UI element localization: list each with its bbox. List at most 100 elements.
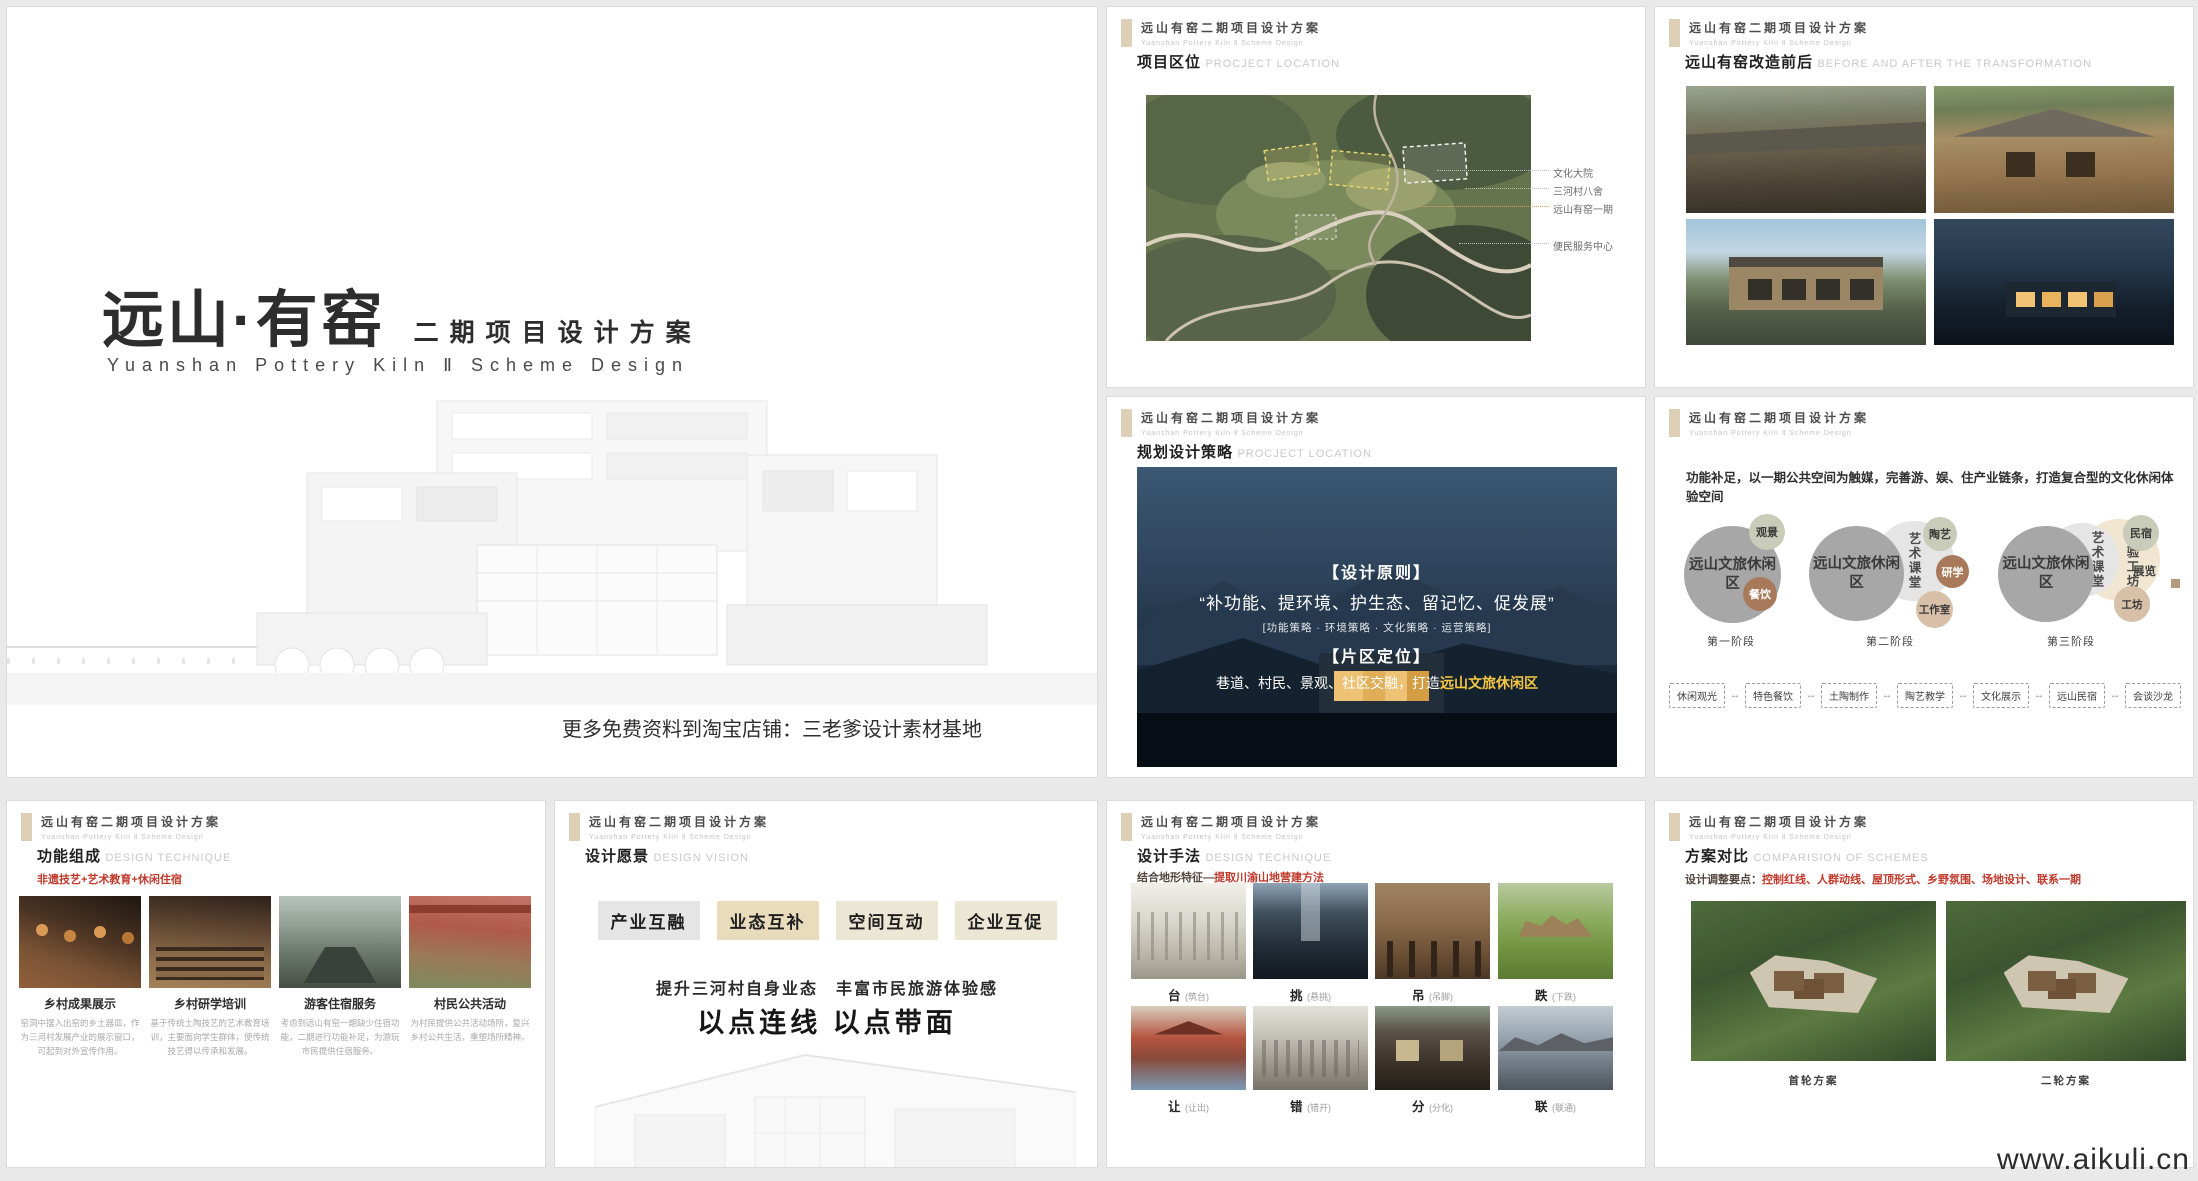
- slide-header: 远山有窑二期项目设计方案 Yuanshan Pottery Kiln Ⅱ Sch…: [1669, 409, 1869, 437]
- slide-header-title: 远山有窑二期项目设计方案: [1141, 19, 1321, 36]
- vision-buttons: 产业互融 业态互补 空间互动 企业互促: [555, 901, 1098, 940]
- slide-header-title: 远山有窑二期项目设计方案: [1141, 813, 1321, 830]
- aerial-map: [1146, 95, 1531, 341]
- logo-mark: [21, 813, 32, 841]
- bubble: 陶艺: [1923, 517, 1957, 551]
- flow-item: 远山民宿: [2049, 683, 2105, 708]
- slide-design-technique: 远山有窑二期项目设计方案 Yuanshan Pottery Kiln Ⅱ Sch…: [1106, 800, 1646, 1168]
- vision-line1: 提升三河村自身业态 丰富市民旅游体验感: [555, 975, 1098, 999]
- slide-header-title: 远山有窑二期项目设计方案: [1141, 409, 1321, 426]
- vision-tag: 企业互促: [955, 901, 1057, 940]
- function-flow: 休闲观光 ↔ 特色餐饮 ↔ 土陶制作 ↔ 陶艺教学 ↔ 文化展示 ↔ 远山民宿 …: [1663, 683, 2187, 708]
- section-title: 项目区位 PROCJECT LOCATION: [1137, 51, 1340, 72]
- bubble-label: 展览: [2133, 563, 2156, 579]
- slide-header: 远山有窑二期项目设计方案 Yuanshan Pottery Kiln Ⅱ Sch…: [1669, 813, 1869, 841]
- bubble: 工坊: [2114, 586, 2150, 622]
- photo-overhang: [1253, 883, 1368, 979]
- slide-header-title: 远山有窑二期项目设计方案: [41, 813, 221, 830]
- leader-line: [1465, 188, 1549, 189]
- photo-renovated-day: [1686, 219, 1926, 345]
- technique-item: 挑 (悬挑): [1253, 883, 1368, 1005]
- slide-header: 远山有窑二期项目设计方案 Yuanshan Pottery Kiln Ⅱ Sch…: [1121, 409, 1321, 437]
- slide-header-title: 远山有窑二期项目设计方案: [1689, 813, 1869, 830]
- bubble-core: 远山文旅休闲区: [1998, 526, 2094, 622]
- bubble: 民宿: [2123, 515, 2159, 551]
- arrow-icon: ↔: [1958, 690, 1968, 701]
- leader-line: [1437, 170, 1549, 171]
- slide-header: 远山有窑二期项目设计方案 Yuanshan Pottery Kiln Ⅱ Sch…: [21, 813, 221, 841]
- technique-item: 错 (错开): [1253, 1006, 1368, 1116]
- technique-item: 跌 (下跌): [1498, 883, 1613, 1005]
- slide-header-title: 远山有窑二期项目设计方案: [1689, 19, 1869, 36]
- bubble: 观景: [1749, 514, 1785, 550]
- slide-header-title: 远山有窑二期项目设计方案: [589, 813, 769, 830]
- render-scheme-1: [1691, 901, 1936, 1061]
- slide-header-subtitle: Yuanshan Pottery Kiln Ⅱ Scheme Design: [1141, 429, 1321, 437]
- slide-cover: 远山·有窑 二期项目设计方案 Yuanshan Pottery Kiln Ⅱ S…: [6, 6, 1098, 778]
- technique-item: 让 (让出): [1131, 1006, 1246, 1116]
- photo-lodging: [279, 896, 401, 988]
- technique-item: 分 (分化): [1375, 1006, 1490, 1116]
- bubble: 研学: [1936, 555, 1969, 588]
- arrow-icon: ↔: [1806, 690, 1816, 701]
- photo-staggered: [1253, 1006, 1368, 1090]
- map-label: 文化大院: [1553, 165, 1593, 180]
- bubble: 餐饮: [1743, 577, 1777, 611]
- district-position-title: 【片区定位】: [1137, 643, 1617, 667]
- map-label: 便民服务中心: [1553, 238, 1613, 253]
- slide-before-after: 远山有窑二期项目设计方案 Yuanshan Pottery Kiln Ⅱ Sch…: [1654, 6, 2194, 388]
- cover-title: 远山·有窑: [102, 269, 386, 359]
- logo-mark: [1669, 813, 1680, 841]
- vision-tag: 业态互补: [717, 901, 819, 940]
- slide-header-subtitle: Yuanshan Pottery Kiln Ⅱ Scheme Design: [1689, 833, 1869, 841]
- section-title: 功能组成 DESIGN TECHNIQUE: [37, 845, 231, 866]
- function-item: 村民公共活动 为村民提供公共活动场所，复兴乡村公共生活，重塑场所精神。: [409, 896, 531, 1044]
- leader-line: [1417, 206, 1549, 207]
- highlight-text: 远山文旅休闲区: [1440, 675, 1538, 691]
- flow-item: 特色餐饮: [1745, 683, 1801, 708]
- decoration-square: [2171, 579, 2180, 588]
- slide-header-subtitle: Yuanshan Pottery Kiln Ⅱ Scheme Design: [1689, 429, 1869, 437]
- photo-stepped: [1498, 883, 1613, 979]
- logo-mark: [1121, 409, 1132, 437]
- slide-header-subtitle: Yuanshan Pottery Kiln Ⅱ Scheme Design: [1689, 39, 1869, 47]
- function-item: 乡村成果展示 窑洞中摆入出窑的乡土器皿，作为三河村发展产业的展示窗口，可起到对外…: [19, 896, 141, 1058]
- cover-subtitle-en: Yuanshan Pottery Kiln Ⅱ Scheme Design: [107, 355, 689, 376]
- photo-connected: [1498, 1006, 1613, 1090]
- cover-footer-note: 更多免费资料到淘宝店铺：三老爹设计素材基地: [487, 713, 1057, 742]
- flow-item: 休闲观光: [1669, 683, 1725, 708]
- section-title: 方案对比 COMPARISION OF SCHEMES: [1685, 845, 1929, 866]
- logo-mark: [1121, 19, 1132, 47]
- slide-scheme-comparison: 远山有窑二期项目设计方案 Yuanshan Pottery Kiln Ⅱ Sch…: [1654, 800, 2194, 1168]
- section-title: 远山有窑改造前后 BEFORE AND AFTER THE TRANSFORMA…: [1685, 51, 2092, 72]
- slide-header-title: 远山有窑二期项目设计方案: [1689, 409, 1869, 426]
- photo-exhibition: [19, 896, 141, 988]
- slide-header: 远山有窑二期项目设计方案 Yuanshan Pottery Kiln Ⅱ Sch…: [1669, 19, 1869, 47]
- bubble: 工作室: [1916, 591, 1953, 628]
- slide-phases-diagram: 远山有窑二期项目设计方案 Yuanshan Pottery Kiln Ⅱ Sch…: [1654, 396, 2194, 778]
- design-principle-title: 【设计原则】: [1137, 559, 1617, 583]
- function-item: 游客住宿服务 考虑到远山有窑一期缺少住宿功能，二期进行功能补足，为游玩市民提供住…: [279, 896, 401, 1058]
- flow-item: 文化展示: [1973, 683, 2029, 708]
- vision-building-sketch: [555, 1037, 1098, 1168]
- design-principle: “补功能、提环境、护生态、留记忆、促发展”: [1137, 589, 1617, 614]
- slide-header: 远山有窑二期项目设计方案 Yuanshan Pottery Kiln Ⅱ Sch…: [1121, 813, 1321, 841]
- slide-planning-strategy: 远山有窑二期项目设计方案 Yuanshan Pottery Kiln Ⅱ Sch…: [1106, 396, 1646, 778]
- slide-project-location: 远山有窑二期项目设计方案 Yuanshan Pottery Kiln Ⅱ Sch…: [1106, 6, 1646, 388]
- photo-terrace: [1131, 883, 1246, 979]
- photo-stilt: [1375, 883, 1490, 979]
- slide-header-subtitle: Yuanshan Pottery Kiln Ⅱ Scheme Design: [589, 833, 769, 841]
- photo-setback: [1131, 1006, 1246, 1090]
- render-scheme-2: [1946, 901, 2186, 1061]
- slide-function-composition: 远山有窑二期项目设计方案 Yuanshan Pottery Kiln Ⅱ Sch…: [6, 800, 546, 1168]
- flow-item: 土陶制作: [1821, 683, 1877, 708]
- map-label: 远山有窑一期: [1553, 201, 1613, 216]
- arrow-icon: ↔: [1882, 690, 1892, 701]
- vision-tag: 空间互动: [836, 901, 938, 940]
- logo-mark: [1669, 409, 1680, 437]
- photo-old-kiln-shed: [1686, 86, 1926, 213]
- slide-header-subtitle: Yuanshan Pottery Kiln Ⅱ Scheme Design: [41, 833, 221, 841]
- stage-label: 第一阶段: [1707, 633, 1755, 649]
- arrow-icon: ↔: [2034, 690, 2044, 701]
- render-caption: 二轮方案: [1946, 1073, 2186, 1088]
